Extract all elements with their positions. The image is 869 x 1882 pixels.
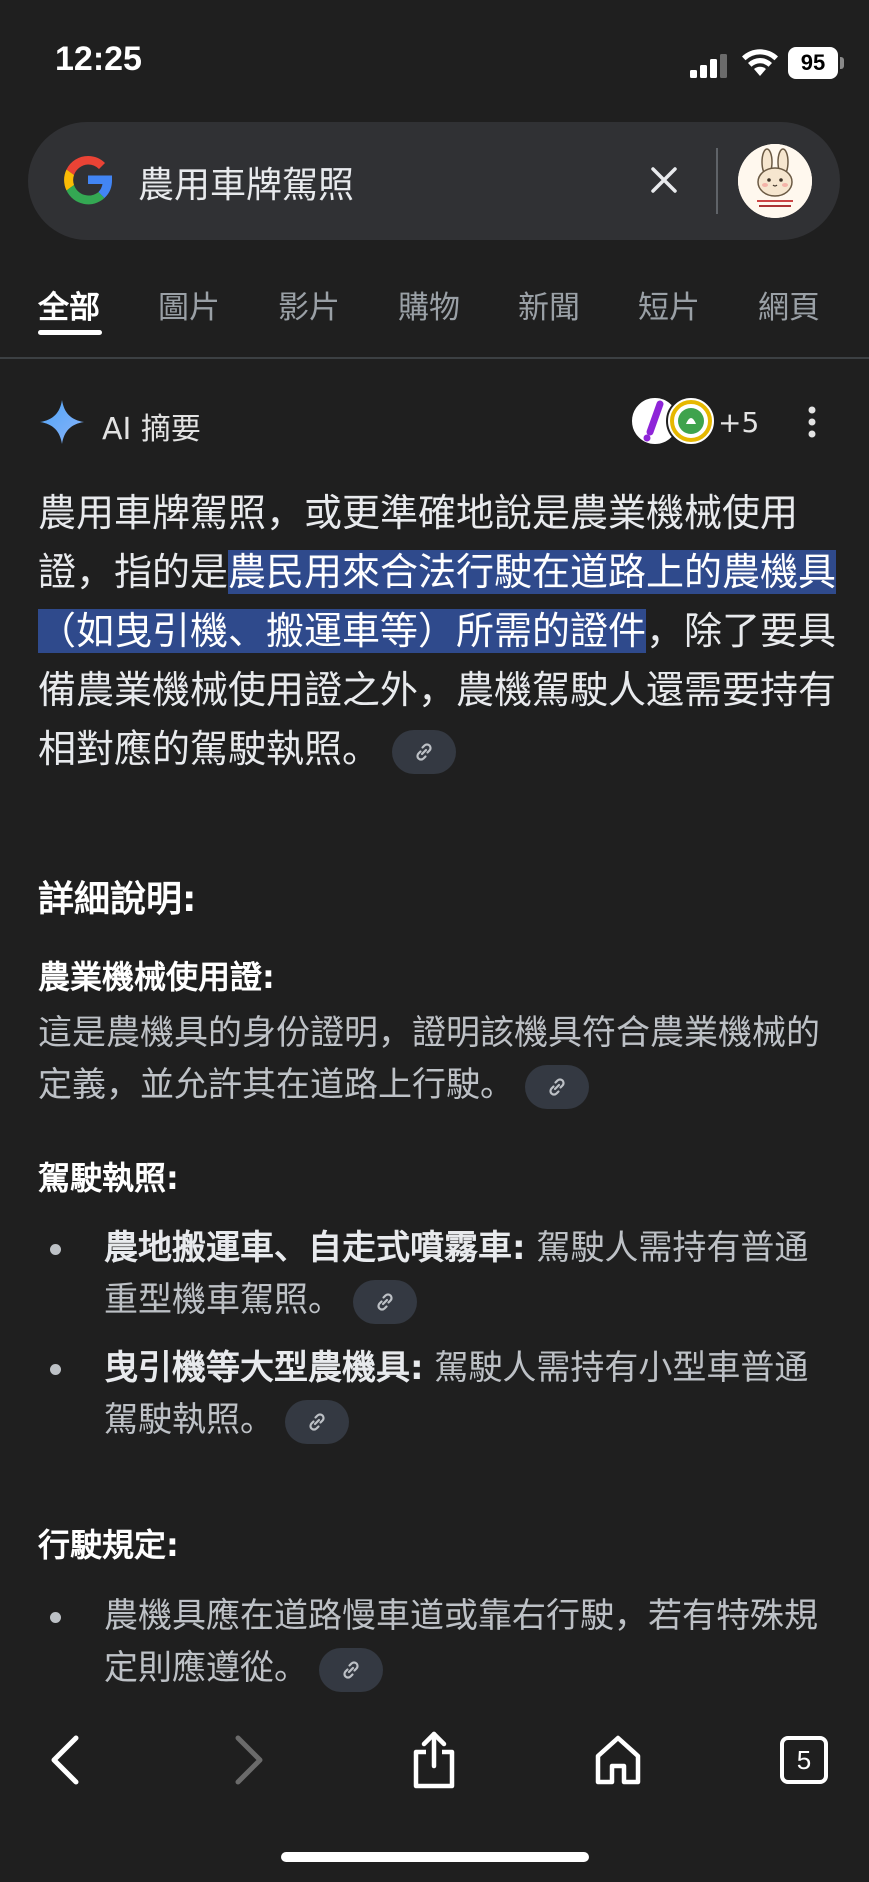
- usage-certificate-text: 這是農機具的身份證明，證明該機具符合農業機械的定義，並允許其在道路上行駛。: [38, 1013, 820, 1105]
- link-icon: [416, 742, 432, 761]
- link-icon: [309, 1412, 325, 1431]
- tab-web[interactable]: 網頁: [758, 282, 820, 327]
- home-icon[interactable]: [588, 1730, 648, 1790]
- section-text-usage-certificate: 這是農機具的身份證明，證明該機具符合農業機械的定義，並允許其在道路上行駛。: [38, 1007, 838, 1111]
- list-item-bold: 曳引機等大型農機具:: [104, 1348, 424, 1388]
- tab-all[interactable]: 全部: [38, 282, 100, 327]
- list-item: 曳引機等大型農機具: 駕駛人需持有小型車普通駕駛執照。: [38, 1342, 838, 1446]
- gemini-spark-icon: [40, 400, 84, 444]
- details-heading: 詳細說明:: [38, 879, 197, 920]
- home-indicator[interactable]: [281, 1852, 589, 1862]
- tabs-divider: [0, 357, 869, 359]
- ai-summary: 農用車牌駕照，或更準確地說是農業機械使用證，指的是農民用來合法行駛在道路上的農機…: [38, 484, 838, 779]
- driving-rules-list: 農機具應在道路慢車道或靠右行駛，若有特殊規定則應遵從。: [38, 1590, 838, 1710]
- battery-tip: [840, 57, 844, 69]
- source-link-button[interactable]: [284, 1399, 349, 1444]
- source-link-button[interactable]: [524, 1064, 589, 1109]
- source-icons[interactable]: [630, 396, 720, 448]
- tabs-button[interactable]: 5: [774, 1730, 834, 1790]
- tab-shopping[interactable]: 購物: [398, 282, 460, 327]
- search-divider: [716, 148, 718, 214]
- search-query[interactable]: 農用車牌駕照: [138, 156, 354, 208]
- source-link-button[interactable]: [318, 1647, 383, 1692]
- tab-count: 5: [796, 1745, 812, 1775]
- forward-arrow-icon[interactable]: [218, 1730, 278, 1790]
- battery-indicator: 95: [788, 47, 844, 79]
- back-arrow-icon[interactable]: [36, 1730, 96, 1790]
- cellular-signal-icon: [690, 54, 727, 78]
- browser-toolbar: 5: [0, 1700, 869, 1882]
- more-sources-count[interactable]: +5: [718, 406, 759, 439]
- google-logo-icon: [64, 155, 113, 205]
- clock: 12:25: [55, 40, 142, 78]
- ai-overview-title: AI 摘要: [102, 412, 201, 447]
- section-heading-driving-rules: 行駛規定:: [38, 1526, 179, 1564]
- list-item-text: 農機具應在道路慢車道或靠右行駛，若有特殊規定則應遵從。: [104, 1596, 818, 1688]
- section-heading-driving-license: 駕駛執照:: [38, 1159, 179, 1197]
- share-icon[interactable]: [404, 1730, 464, 1790]
- section-heading-usage-certificate: 農業機械使用證:: [38, 958, 275, 996]
- tab-videos[interactable]: 影片: [278, 282, 340, 327]
- source-icon-2: [666, 396, 716, 446]
- link-icon: [377, 1292, 393, 1311]
- avatar[interactable]: [738, 144, 812, 218]
- battery-level: 95: [788, 47, 838, 79]
- driving-license-list: 農地搬運車、自走式噴霧車: 駕駛人需持有普通重型機車駕照。 曳引機等大型農機具:…: [38, 1222, 838, 1462]
- link-icon: [343, 1660, 359, 1679]
- search-tabs: 全部 圖片 影片 購物 新聞 短片 網頁: [0, 270, 869, 358]
- wifi-icon: [742, 49, 778, 76]
- tab-news[interactable]: 新聞: [518, 282, 580, 327]
- list-item-bold: 農地搬運車、自走式噴霧車:: [104, 1228, 526, 1268]
- source-link-button[interactable]: [352, 1279, 417, 1324]
- ai-overview-header: AI 摘要 +5: [0, 390, 869, 454]
- tab-images[interactable]: 圖片: [158, 282, 220, 327]
- status-bar: 12:25 95: [0, 0, 869, 120]
- link-icon: [549, 1077, 565, 1096]
- source-link-button[interactable]: [392, 729, 457, 774]
- clear-search-icon[interactable]: [644, 160, 684, 200]
- avatar-rabbit-icon: [738, 144, 812, 218]
- more-vert-icon[interactable]: [800, 400, 824, 444]
- list-item: 農地搬運車、自走式噴霧車: 駕駛人需持有普通重型機車駕照。: [38, 1222, 838, 1326]
- list-item: 農機具應在道路慢車道或靠右行駛，若有特殊規定則應遵從。: [38, 1590, 838, 1694]
- tab-shorts[interactable]: 短片: [638, 282, 700, 327]
- active-tab-indicator: [38, 330, 102, 335]
